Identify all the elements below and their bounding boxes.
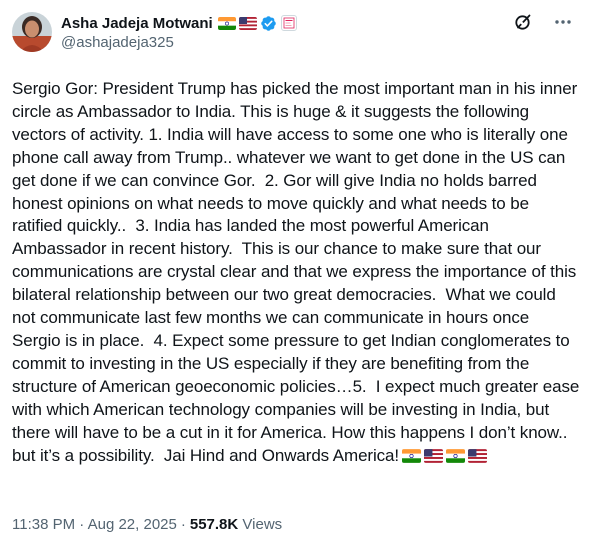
meta-separator: · <box>180 516 186 533</box>
tweet-time: 11:38 PM <box>12 516 76 533</box>
verified-badge-icon[interactable] <box>260 15 277 32</box>
india-flag-icon <box>402 448 422 463</box>
tweet-header: Asha Jadeja Motwani @ashajadeja325 <box>12 10 573 62</box>
author-identity: Asha Jadeja Motwani @ashajadeja325 <box>61 10 297 51</box>
header-actions <box>513 12 573 32</box>
affiliation-badge-icon[interactable] <box>280 15 297 31</box>
india-flag-icon <box>217 16 236 30</box>
more-icon[interactable] <box>553 12 573 32</box>
grok-icon[interactable] <box>513 12 533 32</box>
tweet-card: Asha Jadeja Motwani @ashajadeja325 Sergi… <box>0 0 589 549</box>
trailing-flags <box>402 448 488 463</box>
author-handle[interactable]: @ashajadeja325 <box>61 34 297 51</box>
tweet-timestamp[interactable]: 11:38 PM · Aug 22, 2025 <box>12 516 177 533</box>
tweet-meta: 11:38 PM · Aug 22, 2025 · 557.8K Views <box>12 516 282 533</box>
us-flag-icon <box>468 448 488 463</box>
author-name-row: Asha Jadeja Motwani <box>61 13 297 33</box>
us-flag-icon <box>424 448 444 463</box>
us-flag-icon <box>238 16 257 30</box>
tweet-date: Aug 22, 2025 <box>87 516 177 533</box>
india-flag-icon <box>446 448 466 463</box>
views-label: Views <box>242 516 283 533</box>
avatar[interactable] <box>12 12 52 52</box>
views-count[interactable]: 557.8K <box>190 516 238 533</box>
author-name[interactable]: Asha Jadeja Motwani <box>61 15 213 32</box>
tweet-body: Sergio Gor: President Trump has picked t… <box>12 78 582 467</box>
tweet-text: Sergio Gor: President Trump has picked t… <box>12 79 584 465</box>
